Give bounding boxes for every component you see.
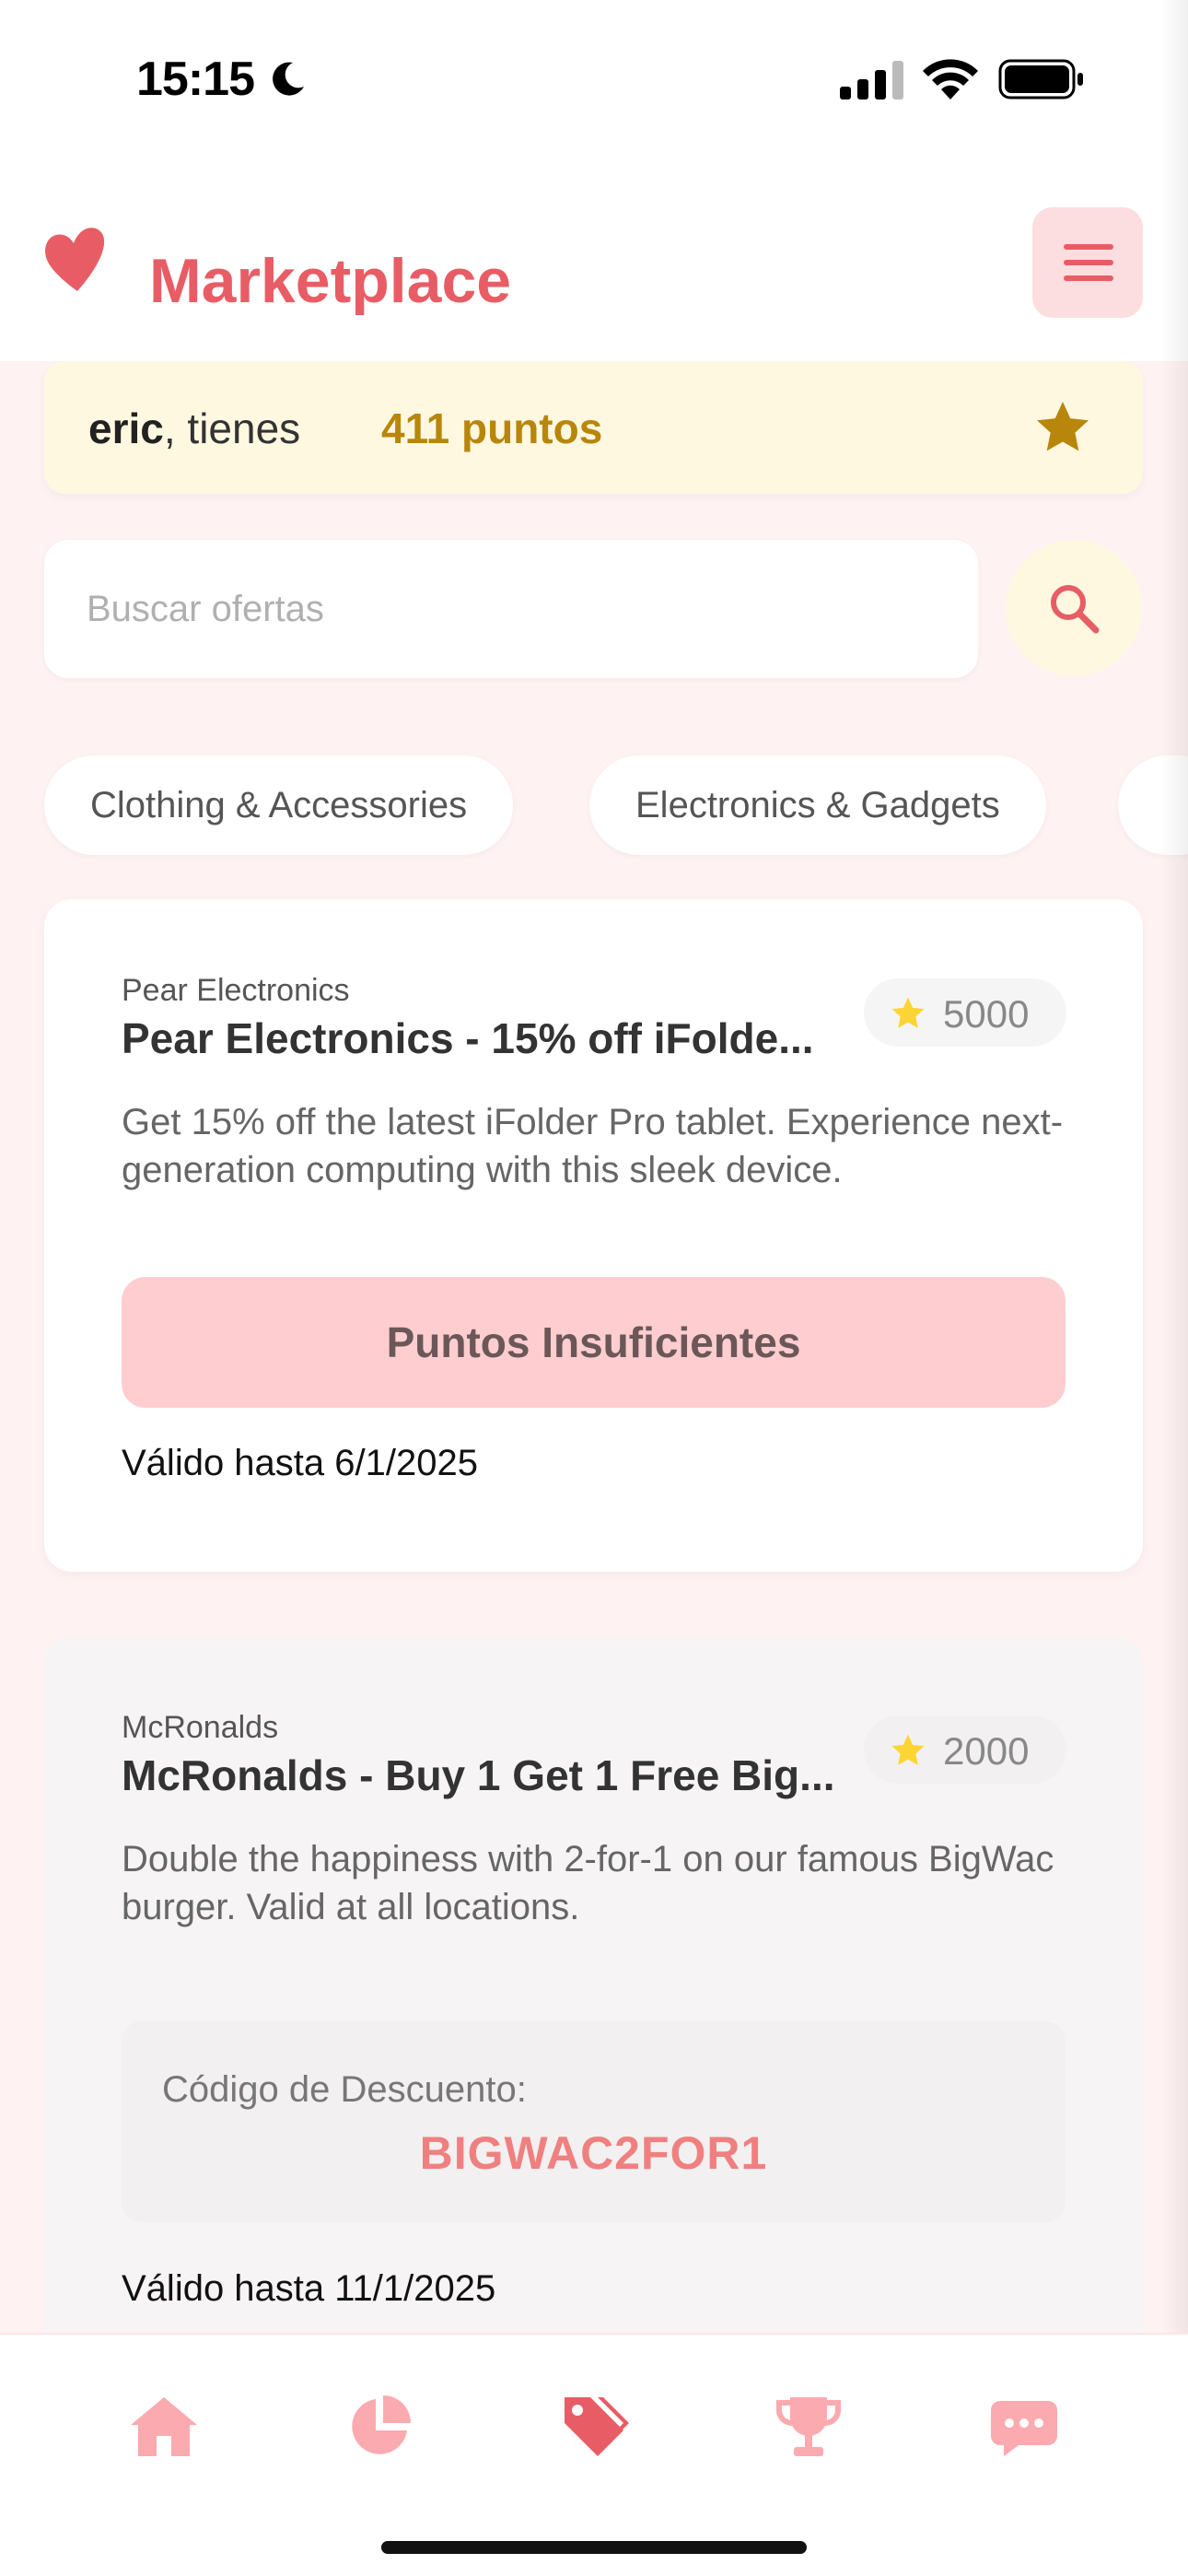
points-text: , tienes (163, 404, 301, 452)
discount-code-label: Código de Descuento: (162, 2069, 527, 2110)
scroll-edge-shadow (1160, 0, 1188, 2333)
discount-code[interactable]: BIGWAC2FOR1 (122, 2126, 1066, 2180)
marketplace-content[interactable]: eric, tienes 411 puntos Clothing & Acces… (0, 361, 1188, 2333)
page-title: Marketplace (149, 246, 512, 316)
offer-title: Pear Electronics - 15% off iFolde... (122, 1014, 814, 1062)
search-icon (1051, 585, 1100, 634)
home-icon[interactable] (127, 2390, 201, 2464)
offer-valid-until: Válido hasta 11/1/2025 (122, 2268, 496, 2309)
battery-icon (998, 59, 1083, 100)
offer-title: McRonalds - Buy 1 Get 1 Free Big... (122, 1751, 835, 1799)
offer-cost: 2000 (943, 1729, 1030, 1773)
moon-icon (273, 62, 304, 96)
category-chip-electronics[interactable]: Electronics & Gadgets (589, 755, 1046, 855)
category-chip-clothing[interactable]: Clothing & Accessories (44, 755, 514, 855)
star-icon (1037, 402, 1089, 451)
status-time: 15:15 (136, 53, 255, 106)
trophy-icon[interactable] (772, 2390, 845, 2464)
offer-description: Double the happiness with 2-for-1 on our… (122, 1839, 1054, 1927)
cellular-signal-icon (840, 61, 903, 100)
tab-bar (0, 2333, 1188, 2576)
offer-cost: 5000 (943, 992, 1030, 1036)
star-icon (891, 1734, 925, 1765)
offer-card[interactable]: McRonalds McRonalds - Buy 1 Get 1 Free B… (44, 1636, 1143, 2333)
star-icon (891, 997, 925, 1028)
insufficient-points-button[interactable]: Puntos Insuficientes (122, 1277, 1066, 1408)
search-box (44, 540, 978, 678)
offer-cost-badge: 2000 (864, 1715, 1066, 1784)
home-indicator (381, 2541, 807, 2554)
discount-code-box[interactable]: Código de Descuento: BIGWAC2FOR1 (122, 2021, 1066, 2222)
chat-icon[interactable] (987, 2390, 1061, 2464)
pie-chart-icon[interactable] (343, 2390, 416, 2464)
points-greeting: eric, tienes (88, 404, 300, 453)
offer-merchant: Pear Electronics (122, 973, 350, 1008)
search-input[interactable] (87, 540, 952, 678)
username: eric (88, 404, 164, 452)
offer-card[interactable]: Pear Electronics Pear Electronics - 15% … (44, 899, 1143, 1572)
tags-icon[interactable] (557, 2390, 631, 2464)
status-bar: 15:15 (0, 0, 1188, 157)
offer-merchant: McRonalds (122, 1710, 279, 1745)
offer-description: Get 15% off the latest iFolder Pro table… (122, 1102, 1064, 1190)
menu-icon-line (1064, 260, 1113, 265)
menu-icon-line (1064, 275, 1113, 281)
points-value: 411 puntos (381, 404, 603, 452)
offer-cost-badge: 5000 (864, 978, 1066, 1047)
search-button[interactable] (1006, 540, 1142, 676)
menu-icon (1064, 244, 1113, 250)
heart-logo-icon (45, 228, 105, 291)
menu-button[interactable] (1032, 207, 1143, 318)
points-banner: eric, tienes 411 puntos (44, 361, 1143, 494)
wifi-icon (923, 59, 978, 100)
offer-valid-until: Válido hasta 6/1/2025 (122, 1443, 478, 1483)
